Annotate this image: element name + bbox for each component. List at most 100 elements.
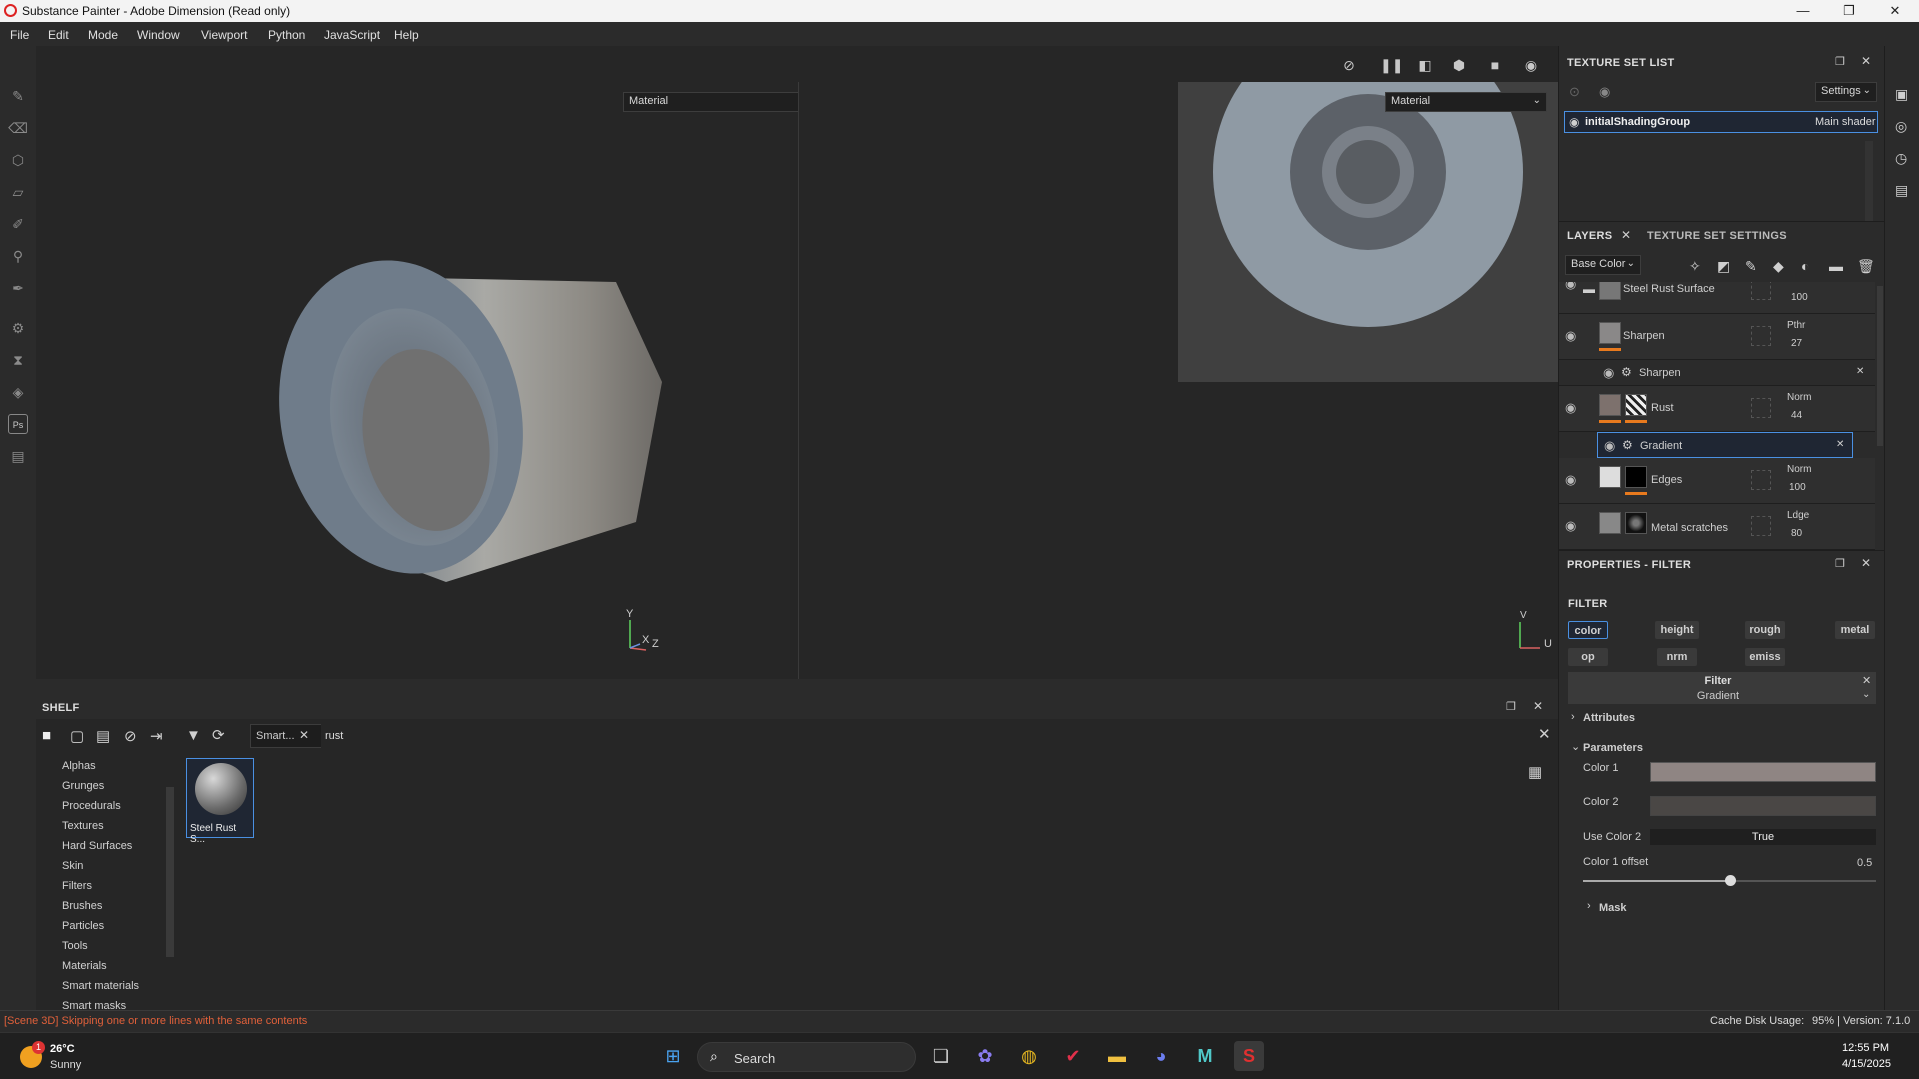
filter-resource-field[interactable]: Filter Gradient ✕ ⌄ xyxy=(1568,672,1876,704)
viewport-3d[interactable]: Material⌄ Y X Z xyxy=(36,82,821,679)
menu-edit[interactable]: Edit xyxy=(48,28,69,42)
viewport-2d-mode-dropdown[interactable]: Material ⌄ xyxy=(1385,92,1547,112)
refresh-icon[interactable]: ⟳ xyxy=(212,726,225,744)
projection-icon[interactable]: ⬡ xyxy=(8,150,28,170)
screenshot-icon[interactable]: ◉ xyxy=(1522,56,1540,74)
add-smart-material-icon[interactable]: ◐ xyxy=(1801,258,1809,274)
add-paint-layer-icon[interactable]: ✎ xyxy=(1745,258,1757,275)
effect-row[interactable]: ◉ ⚙ Sharpen ✕ xyxy=(1559,360,1875,386)
add-mask-icon[interactable]: ◩ xyxy=(1717,258,1730,275)
hide-icon[interactable]: ⊘ xyxy=(124,727,137,745)
layer-opacity[interactable]: 27 xyxy=(1791,338,1802,349)
restore-button[interactable]: ❐ xyxy=(1826,0,1872,22)
layer-blend-mode[interactable]: Norm xyxy=(1787,392,1811,403)
close-icon[interactable]: ✕ xyxy=(1861,556,1871,570)
attributes-section[interactable]: Attributes xyxy=(1583,712,1635,724)
hide-ui-icon[interactable]: ⊘ xyxy=(1340,56,1358,74)
float-panel-icon[interactable]: ❐ xyxy=(1506,700,1516,713)
maya-icon[interactable]: M xyxy=(1190,1041,1220,1071)
tab-texture-set-settings[interactable]: TEXTURE SET SETTINGS xyxy=(1647,230,1787,242)
delete-layer-icon[interactable]: 🗑 xyxy=(1857,258,1875,275)
smudge-icon[interactable]: ✐ xyxy=(8,214,28,234)
viewport-2d[interactable]: Material ⌄ V U xyxy=(799,82,1558,679)
eye-icon[interactable]: ◉ xyxy=(1565,518,1576,534)
clock-time[interactable]: 12:55 PM xyxy=(1842,1042,1889,1054)
channel-chip-nrm[interactable]: nrm xyxy=(1657,648,1697,666)
shelf-search-input[interactable] xyxy=(321,724,1536,748)
channel-chip-op[interactable]: op xyxy=(1568,648,1608,666)
shelf-category[interactable]: Textures xyxy=(62,820,104,832)
color1-swatch[interactable] xyxy=(1650,762,1876,782)
history-icon[interactable]: ◷ xyxy=(1895,150,1907,167)
settings-icon[interactable]: ⚙ xyxy=(8,318,28,338)
channel-chip-metal[interactable]: metal xyxy=(1835,621,1875,639)
substance-painter-icon[interactable]: S xyxy=(1234,1041,1264,1071)
shelf-category[interactable]: Particles xyxy=(62,920,104,932)
folder-icon[interactable]: ■ xyxy=(42,727,51,744)
tab-layers[interactable]: LAYERS xyxy=(1567,230,1612,242)
shelf-category[interactable]: Hard Surfaces xyxy=(62,840,132,852)
eye-icon[interactable]: ◉ xyxy=(1569,115,1579,129)
shelf-category[interactable]: Smart masks xyxy=(62,1000,126,1010)
eraser-icon[interactable]: ⌫ xyxy=(8,118,28,138)
eye-icon[interactable]: ◉ xyxy=(1599,84,1610,100)
eye-icon[interactable]: ◉ xyxy=(1604,438,1615,454)
add-effect-icon[interactable]: ✧ xyxy=(1689,258,1701,275)
shelf-scrollbar[interactable] xyxy=(166,787,174,957)
minimize-button[interactable]: — xyxy=(1780,0,1826,22)
link-icon[interactable]: ⊙ xyxy=(1569,84,1580,100)
eye-icon[interactable]: ◉ xyxy=(1565,282,1576,292)
grid-view-icon[interactable]: ▦ xyxy=(1528,763,1542,781)
menu-window[interactable]: Window xyxy=(137,28,180,42)
clone-stamp-icon[interactable]: ⚲ xyxy=(8,246,28,266)
layer-opacity[interactable]: 80 xyxy=(1791,528,1802,539)
chevron-right-icon[interactable]: › xyxy=(1587,900,1591,912)
layer-row[interactable]: ◉ Sharpen Pthr 27 xyxy=(1559,314,1875,360)
clear-filter-icon[interactable]: ✕ xyxy=(1862,674,1871,687)
add-folder-icon[interactable]: ▬ xyxy=(1829,258,1843,274)
channel-dropdown[interactable]: Base Color ⌄ xyxy=(1565,255,1641,275)
close-button[interactable]: ✕ xyxy=(1872,0,1918,22)
view-cube-icon[interactable]: ⬢ xyxy=(1450,56,1468,74)
photoshop-export-icon[interactable]: Ps xyxy=(8,414,28,434)
menu-javascript[interactable]: JavaScript xyxy=(324,28,380,42)
taskbar-search[interactable]: ⌕ Search xyxy=(697,1042,916,1072)
float-panel-icon[interactable]: ❐ xyxy=(1835,557,1845,570)
close-icon[interactable]: ✕ xyxy=(1533,699,1543,713)
color1-offset-slider[interactable] xyxy=(1583,875,1876,886)
texture-set-item[interactable]: ◉ initialShadingGroup Main shader xyxy=(1564,111,1878,133)
remove-effect-icon[interactable]: ✕ xyxy=(1836,439,1844,450)
new-folder-icon[interactable]: ▢ xyxy=(70,727,84,745)
eye-icon[interactable]: ◉ xyxy=(1565,328,1576,344)
color1-offset-value[interactable]: 0.5 xyxy=(1857,857,1872,869)
menu-viewport[interactable]: Viewport xyxy=(201,28,247,42)
layer-blend-mode[interactable]: Ldge xyxy=(1787,510,1809,521)
close-icon[interactable]: ✕ xyxy=(1621,228,1631,242)
layer-row[interactable]: ◉ Rust Norm 44 xyxy=(1559,386,1875,432)
layer-row[interactable]: ◉ ▬ Steel Rust Surface 100 xyxy=(1559,282,1875,314)
pause-icon[interactable]: ❚❚ xyxy=(1380,56,1403,74)
float-panel-icon[interactable]: ❐ xyxy=(1835,55,1845,68)
close-icon[interactable]: ✕ xyxy=(1861,54,1871,68)
menu-mode[interactable]: Mode xyxy=(88,28,118,42)
clear-search-icon[interactable]: ✕ xyxy=(1538,725,1551,743)
shelf-category[interactable]: Skin xyxy=(62,860,83,872)
channel-chip-emiss[interactable]: emiss xyxy=(1745,648,1785,666)
chevron-down-icon[interactable]: ⌄ xyxy=(1571,740,1580,753)
layer-blend-mode[interactable]: Pthr xyxy=(1787,320,1805,331)
layer-opacity[interactable]: 100 xyxy=(1791,292,1808,303)
copilot-icon[interactable]: ✿ xyxy=(970,1041,1000,1071)
status-log-message[interactable]: [Scene 3D] Skipping one or more lines wi… xyxy=(4,1015,307,1027)
shelf-category[interactable]: Procedurals xyxy=(62,800,121,812)
menu-python[interactable]: Python xyxy=(268,28,305,42)
environment-icon[interactable]: ◎ xyxy=(1895,118,1907,135)
shelf-category[interactable]: Materials xyxy=(62,960,107,972)
import-icon[interactable]: ⇥ xyxy=(150,727,163,745)
layer-blend-mode[interactable]: Norm xyxy=(1787,464,1811,475)
slider-handle[interactable] xyxy=(1724,875,1736,886)
add-fill-layer-icon[interactable]: ◆ xyxy=(1773,258,1784,275)
color2-swatch[interactable] xyxy=(1650,796,1876,816)
layer-opacity[interactable]: 44 xyxy=(1791,410,1802,421)
channel-chip-color[interactable]: color xyxy=(1568,621,1608,639)
filter-icon[interactable]: ▼ xyxy=(186,727,201,744)
